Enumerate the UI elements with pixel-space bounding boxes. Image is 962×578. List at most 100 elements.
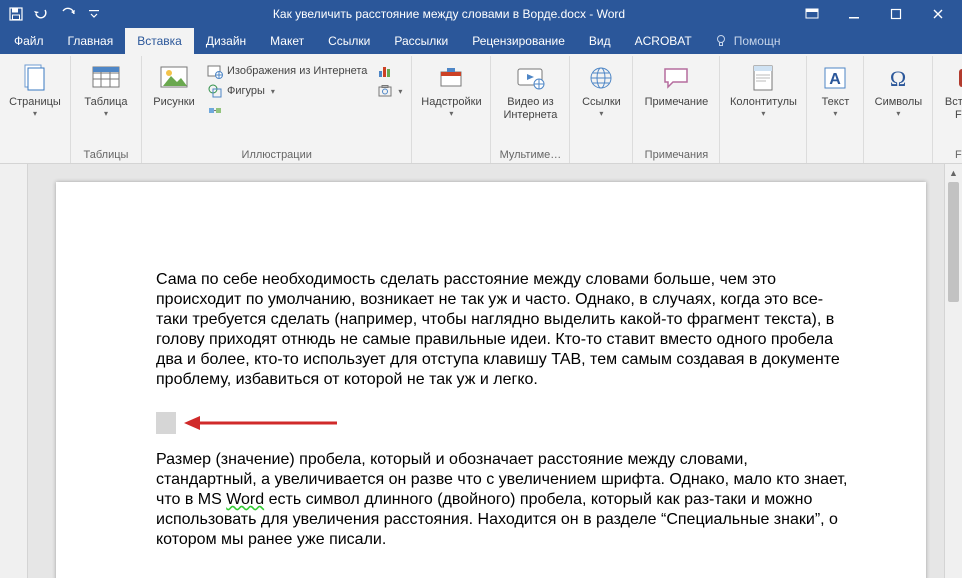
group-label-hf-spacer xyxy=(724,147,802,163)
header-footer-icon xyxy=(747,62,779,94)
smartart-button[interactable] xyxy=(204,102,370,120)
chart-button[interactable] xyxy=(374,62,405,80)
chevron-down-icon: ▾ xyxy=(449,109,453,118)
links-icon xyxy=(585,62,617,94)
online-video-label: Видео из Интернета xyxy=(495,96,565,122)
flash-icon: f xyxy=(952,62,962,94)
group-links: Ссылки ▾ xyxy=(570,56,633,163)
qat-customize-button[interactable] xyxy=(82,2,106,26)
vertical-ruler[interactable] xyxy=(0,164,28,578)
pictures-label: Рисунки xyxy=(153,96,195,109)
selection-highlight xyxy=(156,412,176,434)
tell-me-label: Помощн xyxy=(734,34,781,48)
group-tables: Таблица ▾ Таблицы xyxy=(71,56,142,163)
addins-icon xyxy=(435,62,467,94)
group-text: A Текст ▾ xyxy=(807,56,864,163)
pictures-button[interactable]: Рисунки xyxy=(146,58,202,109)
group-label-tables-spacer xyxy=(4,147,66,163)
pages-button[interactable]: Страницы ▾ xyxy=(4,58,66,118)
lightbulb-icon xyxy=(714,34,728,48)
text-button[interactable]: A Текст ▾ xyxy=(811,58,859,118)
group-label-text-spacer xyxy=(811,147,859,163)
paragraph-1: Сама по себе необходимость сделать расст… xyxy=(156,270,852,390)
vertical-scrollbar[interactable]: ▲ xyxy=(944,164,962,578)
ribbon: Страницы ▾ Таблица ▾ Таблицы Рисунки xyxy=(0,54,962,164)
annotation-arrow-block xyxy=(156,410,852,436)
pictures-icon xyxy=(158,62,190,94)
smartart-icon xyxy=(207,103,223,119)
group-label-flash: Flash xyxy=(937,147,962,163)
addins-label: Надстройки xyxy=(421,96,481,109)
screenshot-icon xyxy=(377,83,393,99)
maximize-button[interactable] xyxy=(876,0,916,28)
tab-insert[interactable]: Вставка xyxy=(125,28,194,54)
embed-flash-label: Встроить Flash xyxy=(937,96,962,122)
redo-button[interactable] xyxy=(56,2,80,26)
shapes-button[interactable]: Фигуры▾ xyxy=(204,82,370,100)
tab-home[interactable]: Главная xyxy=(56,28,126,54)
chart-icon xyxy=(377,63,393,79)
comment-button[interactable]: Примечание xyxy=(637,58,715,109)
symbols-icon: Ω xyxy=(882,62,914,94)
undo-button[interactable] xyxy=(30,2,54,26)
tell-me-search[interactable]: Помощн xyxy=(714,28,781,54)
group-illustrations: Рисунки Изображения из Интернета Фигуры▾ xyxy=(142,56,412,163)
paragraph-2: Размер (значение) пробела, который и обо… xyxy=(156,450,852,550)
online-video-button[interactable]: Видео из Интернета xyxy=(495,58,565,122)
group-label-links-spacer xyxy=(574,147,628,163)
table-button[interactable]: Таблица ▾ xyxy=(75,58,137,118)
links-button[interactable]: Ссылки ▾ xyxy=(574,58,628,118)
symbols-label: Символы xyxy=(875,96,923,109)
group-label-illustrations: Иллюстрации xyxy=(146,147,407,163)
pages-icon xyxy=(19,62,51,94)
shapes-icon xyxy=(207,83,223,99)
save-button[interactable] xyxy=(4,2,28,26)
group-pages: Страницы ▾ xyxy=(0,56,71,163)
spellcheck-underline-word: Word xyxy=(226,491,264,508)
tab-acrobat[interactable]: ACROBAT xyxy=(623,28,704,54)
scroll-thumb[interactable] xyxy=(948,182,959,302)
tab-view[interactable]: Вид xyxy=(577,28,623,54)
tab-layout[interactable]: Макет xyxy=(258,28,316,54)
group-header-footer: Колонтитулы ▾ xyxy=(720,56,807,163)
text-label: Текст xyxy=(822,96,850,109)
scroll-up-button[interactable]: ▲ xyxy=(945,164,962,182)
chevron-down-icon: ▾ xyxy=(896,109,900,118)
table-label: Таблица xyxy=(84,96,127,109)
ribbon-display-options-button[interactable] xyxy=(792,0,832,28)
chevron-down-icon: ▾ xyxy=(761,109,765,118)
tab-design[interactable]: Дизайн xyxy=(194,28,258,54)
document-area: Сама по себе необходимость сделать расст… xyxy=(0,164,962,578)
title-bar: Как увеличить расстояние между словами в… xyxy=(0,0,962,28)
addins-button[interactable]: Надстройки ▾ xyxy=(416,58,486,118)
screenshot-button[interactable]: ▾ xyxy=(374,82,405,100)
tab-references[interactable]: Ссылки xyxy=(316,28,382,54)
close-button[interactable] xyxy=(918,0,958,28)
tab-review[interactable]: Рецензирование xyxy=(460,28,577,54)
chevron-down-icon: ▾ xyxy=(33,109,37,118)
group-comments: Примечание Примечания xyxy=(633,56,720,163)
group-label-multimedia: Мультиме… xyxy=(495,147,565,163)
tab-mailings[interactable]: Рассылки xyxy=(382,28,460,54)
minimize-button[interactable] xyxy=(834,0,874,28)
pages-label: Страницы xyxy=(9,96,61,109)
group-label-addins-spacer xyxy=(416,147,486,163)
header-footer-label: Колонтитулы xyxy=(730,96,797,109)
symbols-button[interactable]: Ω Символы ▾ xyxy=(868,58,928,118)
online-pictures-icon xyxy=(207,63,223,79)
tab-file[interactable]: Файл xyxy=(2,28,56,54)
online-pictures-label: Изображения из Интернета xyxy=(227,65,367,77)
chevron-down-icon: ▾ xyxy=(104,109,108,118)
svg-text:Ω: Ω xyxy=(890,66,906,91)
page[interactable]: Сама по себе необходимость сделать расст… xyxy=(56,182,926,578)
online-pictures-button[interactable]: Изображения из Интернета xyxy=(204,62,370,80)
text-icon: A xyxy=(819,62,851,94)
document-scroll[interactable]: Сама по себе необходимость сделать расст… xyxy=(28,164,962,578)
group-label-symbols-spacer xyxy=(868,147,928,163)
group-label-comments: Примечания xyxy=(637,147,715,163)
comment-icon xyxy=(660,62,692,94)
header-footer-button[interactable]: Колонтитулы ▾ xyxy=(724,58,802,118)
svg-text:A: A xyxy=(830,71,842,88)
embed-flash-button[interactable]: f Встроить Flash xyxy=(937,58,962,122)
quick-access-toolbar xyxy=(4,2,106,26)
